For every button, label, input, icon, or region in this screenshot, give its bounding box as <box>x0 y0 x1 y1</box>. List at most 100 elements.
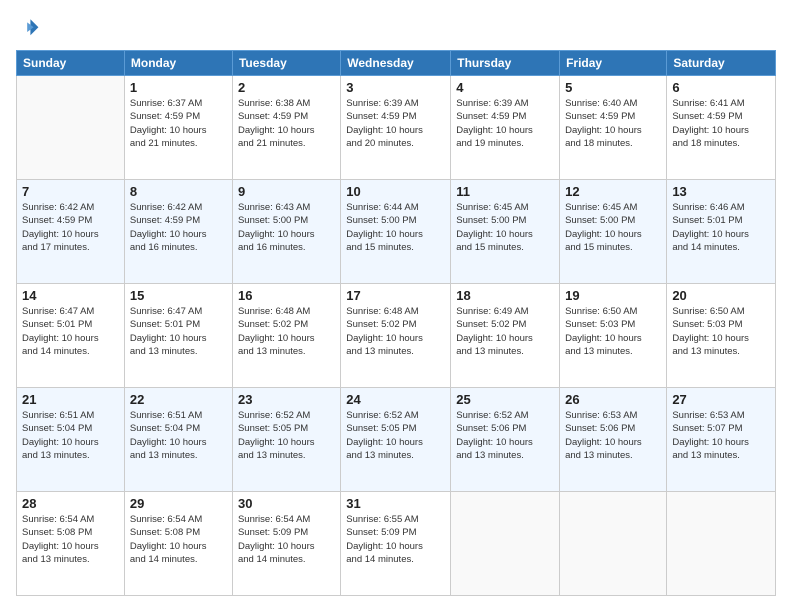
calendar-cell: 6 Sunrise: 6:41 AMSunset: 4:59 PMDaylight… <box>667 76 776 180</box>
calendar-cell: 28 Sunrise: 6:54 AMSunset: 5:08 PMDayligh… <box>17 492 125 596</box>
day-info: Sunrise: 6:53 AMSunset: 5:07 PMDaylight:… <box>672 409 770 462</box>
day-number: 15 <box>130 288 227 303</box>
day-info: Sunrise: 6:43 AMSunset: 5:00 PMDaylight:… <box>238 201 335 254</box>
day-number: 18 <box>456 288 554 303</box>
day-number: 5 <box>565 80 661 95</box>
day-info: Sunrise: 6:40 AMSunset: 4:59 PMDaylight:… <box>565 97 661 150</box>
calendar-cell: 31 Sunrise: 6:55 AMSunset: 5:09 PMDayligh… <box>341 492 451 596</box>
calendar-cell: 2 Sunrise: 6:38 AMSunset: 4:59 PMDaylight… <box>232 76 340 180</box>
page: SundayMondayTuesdayWednesdayThursdayFrid… <box>0 0 792 612</box>
day-header-monday: Monday <box>124 51 232 76</box>
day-number: 12 <box>565 184 661 199</box>
day-number: 22 <box>130 392 227 407</box>
calendar-cell: 18 Sunrise: 6:49 AMSunset: 5:02 PMDayligh… <box>451 284 560 388</box>
calendar-cell: 30 Sunrise: 6:54 AMSunset: 5:09 PMDayligh… <box>232 492 340 596</box>
day-info: Sunrise: 6:50 AMSunset: 5:03 PMDaylight:… <box>565 305 661 358</box>
calendar-cell: 23Sunrise: 6:52 AMSunset: 5:05 PMDayligh… <box>232 388 340 492</box>
day-number: 13 <box>672 184 770 199</box>
day-info: Sunrise: 6:51 AMSunset: 5:04 PMDaylight:… <box>130 409 227 462</box>
day-header-friday: Friday <box>560 51 667 76</box>
day-info: Sunrise: 6:53 AMSunset: 5:06 PMDaylight:… <box>565 409 661 462</box>
day-info: Sunrise: 6:54 AMSunset: 5:08 PMDaylight:… <box>22 513 119 566</box>
day-number: 31 <box>346 496 445 511</box>
calendar-cell <box>667 492 776 596</box>
calendar-cell: 13 Sunrise: 6:46 AMSunset: 5:01 PMDayligh… <box>667 180 776 284</box>
day-info: Sunrise: 6:45 AMSunset: 5:00 PMDaylight:… <box>456 201 554 254</box>
day-header-saturday: Saturday <box>667 51 776 76</box>
day-number: 2 <box>238 80 335 95</box>
day-info: Sunrise: 6:45 AMSunset: 5:00 PMDaylight:… <box>565 201 661 254</box>
header-row: SundayMondayTuesdayWednesdayThursdayFrid… <box>17 51 776 76</box>
day-info: Sunrise: 6:37 AMSunset: 4:59 PMDaylight:… <box>130 97 227 150</box>
header <box>16 16 776 40</box>
day-number: 26 <box>565 392 661 407</box>
calendar-cell: 11 Sunrise: 6:45 AMSunset: 5:00 PMDayligh… <box>451 180 560 284</box>
day-info: Sunrise: 6:49 AMSunset: 5:02 PMDaylight:… <box>456 305 554 358</box>
day-number: 16 <box>238 288 335 303</box>
day-number: 1 <box>130 80 227 95</box>
day-info: Sunrise: 6:41 AMSunset: 4:59 PMDaylight:… <box>672 97 770 150</box>
day-info: Sunrise: 6:47 AMSunset: 5:01 PMDaylight:… <box>22 305 119 358</box>
day-number: 28 <box>22 496 119 511</box>
calendar-cell: 5 Sunrise: 6:40 AMSunset: 4:59 PMDaylight… <box>560 76 667 180</box>
logo <box>16 16 44 40</box>
day-number: 29 <box>130 496 227 511</box>
calendar-cell: 4 Sunrise: 6:39 AMSunset: 4:59 PMDaylight… <box>451 76 560 180</box>
day-info: Sunrise: 6:55 AMSunset: 5:09 PMDaylight:… <box>346 513 445 566</box>
calendar-cell: 19 Sunrise: 6:50 AMSunset: 5:03 PMDayligh… <box>560 284 667 388</box>
calendar-cell: 25Sunrise: 6:52 AMSunset: 5:06 PMDayligh… <box>451 388 560 492</box>
calendar-cell <box>451 492 560 596</box>
day-header-thursday: Thursday <box>451 51 560 76</box>
day-info: Sunrise: 6:51 AMSunset: 5:04 PMDaylight:… <box>22 409 119 462</box>
calendar-cell <box>17 76 125 180</box>
day-info: Sunrise: 6:39 AMSunset: 4:59 PMDaylight:… <box>346 97 445 150</box>
day-number: 19 <box>565 288 661 303</box>
day-number: 27 <box>672 392 770 407</box>
calendar-cell: 17Sunrise: 6:48 AMSunset: 5:02 PMDayligh… <box>341 284 451 388</box>
day-info: Sunrise: 6:44 AMSunset: 5:00 PMDaylight:… <box>346 201 445 254</box>
day-number: 17 <box>346 288 445 303</box>
calendar-header: SundayMondayTuesdayWednesdayThursdayFrid… <box>17 51 776 76</box>
day-number: 3 <box>346 80 445 95</box>
day-info: Sunrise: 6:38 AMSunset: 4:59 PMDaylight:… <box>238 97 335 150</box>
day-info: Sunrise: 6:42 AMSunset: 4:59 PMDaylight:… <box>22 201 119 254</box>
day-info: Sunrise: 6:46 AMSunset: 5:01 PMDaylight:… <box>672 201 770 254</box>
calendar-cell: 26 Sunrise: 6:53 AMSunset: 5:06 PMDayligh… <box>560 388 667 492</box>
day-info: Sunrise: 6:47 AMSunset: 5:01 PMDaylight:… <box>130 305 227 358</box>
week-row-5: 28 Sunrise: 6:54 AMSunset: 5:08 PMDayligh… <box>17 492 776 596</box>
week-row-3: 14Sunrise: 6:47 AMSunset: 5:01 PMDayligh… <box>17 284 776 388</box>
calendar-table: SundayMondayTuesdayWednesdayThursdayFrid… <box>16 50 776 596</box>
day-number: 7 <box>22 184 119 199</box>
day-info: Sunrise: 6:39 AMSunset: 4:59 PMDaylight:… <box>456 97 554 150</box>
day-number: 10 <box>346 184 445 199</box>
day-number: 23 <box>238 392 335 407</box>
calendar-cell: 3 Sunrise: 6:39 AMSunset: 4:59 PMDaylight… <box>341 76 451 180</box>
day-number: 11 <box>456 184 554 199</box>
day-info: Sunrise: 6:54 AMSunset: 5:09 PMDaylight:… <box>238 513 335 566</box>
day-number: 4 <box>456 80 554 95</box>
day-info: Sunrise: 6:50 AMSunset: 5:03 PMDaylight:… <box>672 305 770 358</box>
calendar-cell <box>560 492 667 596</box>
day-header-wednesday: Wednesday <box>341 51 451 76</box>
day-number: 24 <box>346 392 445 407</box>
week-row-2: 7 Sunrise: 6:42 AMSunset: 4:59 PMDaylight… <box>17 180 776 284</box>
day-number: 6 <box>672 80 770 95</box>
day-info: Sunrise: 6:42 AMSunset: 4:59 PMDaylight:… <box>130 201 227 254</box>
calendar-cell: 14Sunrise: 6:47 AMSunset: 5:01 PMDayligh… <box>17 284 125 388</box>
day-number: 21 <box>22 392 119 407</box>
calendar-cell: 20 Sunrise: 6:50 AMSunset: 5:03 PMDayligh… <box>667 284 776 388</box>
calendar-cell: 29Sunrise: 6:54 AMSunset: 5:08 PMDayligh… <box>124 492 232 596</box>
calendar-cell: 22 Sunrise: 6:51 AMSunset: 5:04 PMDayligh… <box>124 388 232 492</box>
calendar-cell: 9Sunrise: 6:43 AMSunset: 5:00 PMDaylight… <box>232 180 340 284</box>
day-number: 30 <box>238 496 335 511</box>
day-number: 20 <box>672 288 770 303</box>
day-number: 8 <box>130 184 227 199</box>
day-info: Sunrise: 6:52 AMSunset: 5:06 PMDaylight:… <box>456 409 554 462</box>
calendar-cell: 8 Sunrise: 6:42 AMSunset: 4:59 PMDaylight… <box>124 180 232 284</box>
week-row-4: 21 Sunrise: 6:51 AMSunset: 5:04 PMDayligh… <box>17 388 776 492</box>
calendar-cell: 21 Sunrise: 6:51 AMSunset: 5:04 PMDayligh… <box>17 388 125 492</box>
day-info: Sunrise: 6:48 AMSunset: 5:02 PMDaylight:… <box>238 305 335 358</box>
calendar-cell: 7 Sunrise: 6:42 AMSunset: 4:59 PMDaylight… <box>17 180 125 284</box>
calendar-cell: 27 Sunrise: 6:53 AMSunset: 5:07 PMDayligh… <box>667 388 776 492</box>
day-header-sunday: Sunday <box>17 51 125 76</box>
